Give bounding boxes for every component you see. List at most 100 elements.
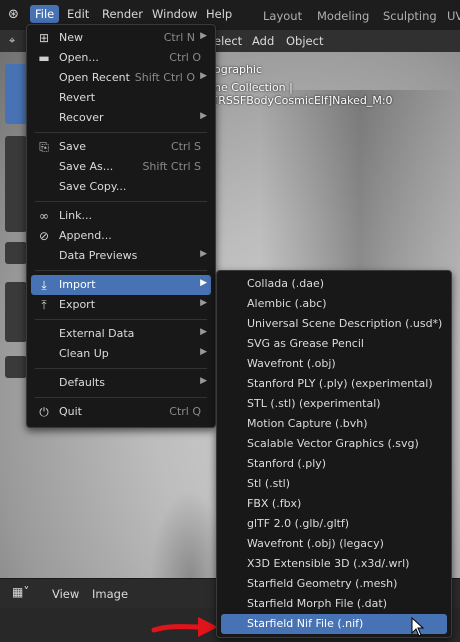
menu-item-save-copy[interactable]: Save Copy... — [31, 177, 211, 197]
append-icon: ⊘ — [38, 229, 50, 243]
chevron-right-icon: ▶ — [200, 376, 207, 386]
import-item-label: Wavefront (.obj) — [247, 357, 336, 370]
menu-item-save-as[interactable]: Save As... Shift Ctrl S — [31, 157, 211, 177]
menu-file[interactable]: File — [30, 5, 60, 23]
file-menu: ⊞ New Ctrl N ▶ ▬ Open... Ctrl O Open Rec… — [26, 24, 216, 428]
menu-item-recover[interactable]: Recover ▶ — [31, 108, 211, 128]
import-item[interactable]: Stl (.stl) — [221, 474, 447, 494]
import-item[interactable]: glTF 2.0 (.glb/.gltf) — [221, 514, 447, 534]
collection-overlay: ne Collection | [RSSFBodyCosmicElf]Naked… — [214, 81, 393, 107]
menu-render[interactable]: Render — [102, 7, 143, 21]
import-item-label: Stanford PLY (.ply) (experimental) — [247, 377, 433, 390]
menu-item-export[interactable]: ⤒ Export ▶ — [31, 295, 211, 315]
menu-separator — [35, 397, 207, 398]
annotate-tools-button[interactable] — [5, 282, 27, 342]
import-item-label: Starfield Geometry (.mesh) — [247, 577, 398, 590]
cursor-tool-button[interactable] — [5, 242, 27, 264]
chevron-right-icon: ▶ — [200, 298, 207, 308]
import-item-label: Motion Capture (.bvh) — [247, 417, 368, 430]
import-item-label: FBX (.fbx) — [247, 497, 302, 510]
import-item[interactable]: Wavefront (.obj) — [221, 354, 447, 374]
import-item-label: Alembic (.abc) — [247, 297, 327, 310]
viewport-menu-add[interactable]: Add — [252, 34, 274, 48]
import-item[interactable]: Motion Capture (.bvh) — [221, 414, 447, 434]
import-item-label: glTF 2.0 (.glb/.gltf) — [247, 517, 350, 530]
menu-separator — [35, 201, 207, 202]
import-item-label: STL (.stl) (experimental) — [247, 397, 381, 410]
bottom-menu-view[interactable]: View — [52, 587, 79, 601]
chevron-right-icon: ▶ — [200, 347, 207, 357]
menu-item-link[interactable]: ∞ Link... — [31, 206, 211, 226]
bottom-menu-image[interactable]: Image — [92, 587, 128, 601]
import-item-label: Wavefront (.obj) (legacy) — [247, 537, 384, 550]
chevron-right-icon: ▶ — [200, 31, 207, 41]
link-icon: ∞ — [39, 209, 49, 223]
chevron-right-icon: ▶ — [200, 71, 207, 81]
menu-item-defaults[interactable]: Defaults ▶ — [31, 373, 211, 393]
import-item-label: Scalable Vector Graphics (.svg) — [247, 437, 419, 450]
import-item-label: SVG as Grease Pencil — [247, 337, 364, 350]
import-item[interactable]: SVG as Grease Pencil — [221, 334, 447, 354]
import-item-label: X3D Extensible 3D (.x3d/.wrl) — [247, 557, 410, 570]
menu-item-data-previews[interactable]: Data Previews ▶ — [31, 246, 211, 266]
import-item[interactable]: FBX (.fbx) — [221, 494, 447, 514]
blender-logo-icon[interactable]: ⊛ — [8, 7, 19, 22]
tab-layout[interactable]: Layout — [263, 9, 302, 23]
menu-item-open-recent[interactable]: Open Recent Shift Ctrl O ▶ — [31, 68, 211, 88]
viewport-menu-select[interactable]: elect — [214, 34, 242, 48]
import-icon: ⤓ — [41, 278, 47, 292]
import-item-label: Starfield Nif File (.nif) — [247, 617, 364, 630]
menu-item-open[interactable]: ▬ Open... Ctrl O — [31, 48, 211, 68]
menu-separator — [35, 132, 207, 133]
menu-item-new[interactable]: ⊞ New Ctrl N ▶ — [31, 28, 211, 48]
select-tool-button[interactable] — [5, 64, 27, 124]
import-item[interactable]: Stanford (.ply) — [221, 454, 447, 474]
image-editor-icon[interactable]: ▦˅ — [12, 585, 29, 599]
import-submenu: Collada (.dae) Alembic (.abc) Universal Sc… — [216, 270, 452, 638]
import-item[interactable]: Wavefront (.obj) (legacy) — [221, 534, 447, 554]
menu-item-clean-up[interactable]: Clean Up ▶ — [31, 344, 211, 364]
menu-separator — [35, 270, 207, 271]
tab-sculpting[interactable]: Sculpting — [383, 9, 437, 23]
import-item[interactable]: Scalable Vector Graphics (.svg) — [221, 434, 447, 454]
import-item[interactable]: Collada (.dae) — [221, 274, 447, 294]
export-icon: ⤒ — [41, 298, 47, 312]
save-icon: ⎘ — [39, 140, 49, 154]
mouse-cursor-icon — [411, 617, 425, 637]
menu-edit[interactable]: Edit — [67, 7, 89, 21]
import-item-label: Universal Scene Description (.usd*) — [247, 317, 443, 330]
import-item[interactable]: Starfield Morph File (.dat) — [221, 594, 447, 614]
import-item-label: Stanford (.ply) — [247, 457, 327, 470]
chevron-right-icon: ▶ — [200, 111, 207, 121]
menu-item-append[interactable]: ⊘ Append... — [31, 226, 211, 246]
menu-item-save[interactable]: ⎘ Save Ctrl S — [31, 137, 211, 157]
menu-item-external-data[interactable]: External Data ▶ — [31, 324, 211, 344]
new-file-icon: ⊞ — [38, 31, 50, 45]
chevron-right-icon: ▶ — [200, 249, 207, 259]
folder-icon: ▬ — [38, 51, 50, 65]
menu-item-quit[interactable]: ⏻ Quit Ctrl Q — [31, 402, 211, 422]
import-item[interactable]: Stanford PLY (.ply) (experimental) — [221, 374, 447, 394]
tab-uv[interactable]: UV — [447, 9, 460, 23]
chevron-right-icon: ▶ — [200, 327, 207, 337]
import-item[interactable]: Starfield Geometry (.mesh) — [221, 574, 447, 594]
add-tool-button[interactable] — [5, 356, 27, 378]
import-item[interactable]: Alembic (.abc) — [221, 294, 447, 314]
tab-modeling[interactable]: Modeling — [317, 9, 369, 23]
menu-item-revert[interactable]: Revert — [31, 88, 211, 108]
import-item[interactable]: X3D Extensible 3D (.x3d/.wrl) — [221, 554, 447, 574]
red-arrow-annotation — [151, 617, 218, 637]
viewport-menu-object[interactable]: Object — [286, 34, 323, 48]
import-item-label: Starfield Morph File (.dat) — [247, 597, 388, 610]
power-icon: ⏻ — [39, 405, 49, 419]
menu-separator — [35, 368, 207, 369]
editor-type-icon[interactable]: ⌖ — [9, 34, 15, 48]
import-item[interactable]: Universal Scene Description (.usd*) — [221, 314, 447, 334]
menu-separator — [35, 319, 207, 320]
import-item-label: Stl (.stl) — [247, 477, 291, 490]
menu-help[interactable]: Help — [206, 7, 232, 21]
menu-item-import[interactable]: ⤓ Import ▶ — [31, 275, 211, 295]
menu-window[interactable]: Window — [152, 7, 197, 21]
import-item[interactable]: STL (.stl) (experimental) — [221, 394, 447, 414]
transform-tools-button[interactable] — [5, 136, 27, 232]
